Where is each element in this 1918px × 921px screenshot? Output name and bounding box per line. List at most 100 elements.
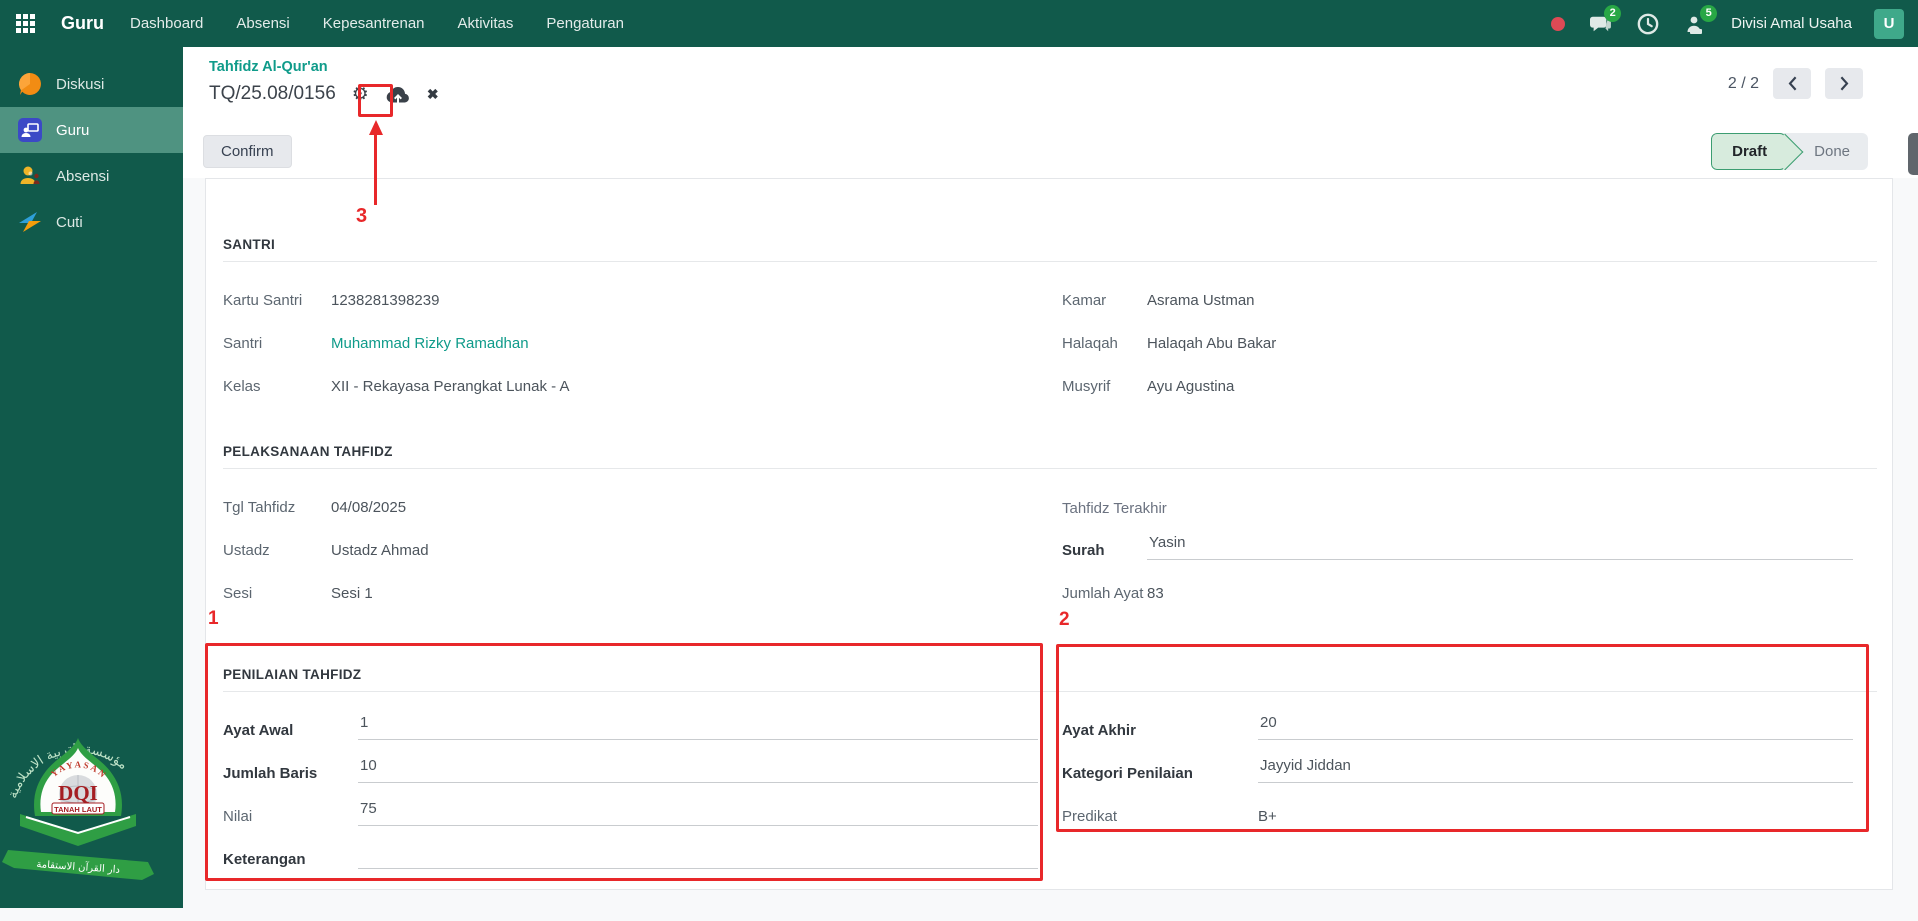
field-value: Halaqah Abu Bakar	[1147, 335, 1276, 353]
company-switcher[interactable]: Divisi Amal Usaha	[1731, 15, 1852, 32]
sidebar-item-guru[interactable]: Guru	[0, 107, 183, 153]
diskusi-chat-icon	[17, 71, 43, 97]
menu-kepesantrenan[interactable]: Kepesantrenan	[323, 15, 425, 32]
top-navbar: Guru Dashboard Absensi Kepesantrenan Akt…	[0, 0, 1918, 47]
field-ayat-akhir: Ayat Akhir 20	[1062, 714, 1853, 740]
field-santri: Santri Muhammad Rizky Ramadhan	[223, 327, 1038, 353]
apps-menu-icon[interactable]	[16, 14, 35, 33]
absensi-person-icon	[17, 163, 43, 189]
kategori-penilaian-input[interactable]: Jayyid Jiddan	[1258, 757, 1853, 783]
app-name[interactable]: Guru	[61, 13, 104, 34]
messages-icon[interactable]: 2	[1587, 12, 1613, 36]
field-label: Kamar	[1062, 292, 1147, 310]
sidebar: Diskusi Guru Absensi Cuti مؤسسة التربية …	[0, 47, 183, 908]
field-label: Surah	[1062, 542, 1147, 560]
svg-text:DQI: DQI	[58, 781, 98, 805]
pager-next-button[interactable]	[1825, 68, 1863, 99]
field-kamar: Kamar Asrama Ustman	[1062, 284, 1853, 310]
foundation-logo: مؤسسة التربية الاسلامية YAYASAN DQI TANA…	[0, 704, 156, 916]
main-content: Tahfidz Al-Qur'an TQ/25.08/0156 ⚙ ✖ 2 / …	[183, 47, 1918, 908]
sidebar-item-label: Diskusi	[56, 76, 104, 93]
field-value: 04/08/2025	[331, 499, 406, 517]
field-label: Ustadz	[223, 542, 331, 560]
field-label: Jumlah Ayat	[1062, 585, 1147, 603]
record-pager: 2 / 2	[1728, 68, 1863, 99]
activities-icon[interactable]: 5	[1683, 12, 1709, 36]
field-value: Sesi 1	[331, 585, 373, 603]
menu-aktivitas[interactable]: Aktivitas	[458, 15, 514, 32]
sidebar-item-absensi[interactable]: Absensi	[0, 153, 183, 199]
clock-icon[interactable]	[1635, 12, 1661, 36]
section-santri: SANTRI Kartu Santri 1238281398239 Santri…	[223, 237, 1877, 413]
field-kelas: Kelas XII - Rekayasa Perangkat Lunak - A	[223, 370, 1038, 396]
sidebar-item-label: Guru	[56, 122, 89, 139]
discard-x-icon[interactable]: ✖	[427, 86, 439, 103]
field-label: Sesi	[223, 585, 331, 603]
keterangan-input[interactable]	[358, 843, 1038, 869]
field-label: Tgl Tahfidz	[223, 499, 331, 517]
field-label: Jumlah Baris	[223, 765, 358, 783]
subheader-label: Tahfidz Terakhir	[1062, 500, 1167, 517]
save-cloud-icon[interactable]	[385, 83, 411, 105]
sidebar-item-diskusi[interactable]: Diskusi	[0, 61, 183, 107]
field-value: 1238281398239	[331, 292, 439, 310]
svg-text:TANAH LAUT: TANAH LAUT	[54, 805, 102, 814]
field-label: Kartu Santri	[223, 292, 331, 310]
ayat-awal-input[interactable]: 1	[358, 714, 1038, 740]
field-value: Asrama Ustman	[1147, 292, 1255, 310]
sidebar-item-label: Cuti	[56, 214, 83, 231]
user-avatar[interactable]: U	[1874, 9, 1904, 39]
section-pelaksanaan: PELAKSANAAN TAHFIDZ Tgl Tahfidz 04/08/20…	[223, 444, 1877, 620]
pager-previous-button[interactable]	[1773, 68, 1811, 99]
top-menu: Dashboard Absensi Kepesantrenan Aktivita…	[130, 15, 624, 32]
field-value: Ustadz Ahmad	[331, 542, 429, 560]
status-step-draft[interactable]: Draft	[1711, 133, 1786, 170]
nilai-input[interactable]: 75	[358, 800, 1038, 826]
field-value: Ayu Agustina	[1147, 378, 1234, 396]
sidebar-item-cuti[interactable]: Cuti	[0, 199, 183, 245]
pager-counter: 2 / 2	[1728, 75, 1759, 93]
field-sesi: Sesi Sesi 1	[223, 577, 1038, 603]
field-label: Nilai	[223, 808, 358, 826]
guru-app-icon	[17, 117, 43, 143]
menu-pengaturan[interactable]: Pengaturan	[546, 15, 624, 32]
cuti-icon	[17, 209, 43, 235]
field-label: Santri	[223, 335, 331, 353]
field-label: Keterangan	[223, 851, 358, 869]
field-jumlah-ayat: Jumlah Ayat 83	[1062, 577, 1853, 603]
field-kartu-santri: Kartu Santri 1238281398239	[223, 284, 1038, 310]
gear-icon[interactable]: ⚙	[352, 85, 369, 104]
confirm-button[interactable]: Confirm	[203, 135, 292, 168]
field-label: Halaqah	[1062, 335, 1147, 353]
form-sheet: SANTRI Kartu Santri 1238281398239 Santri…	[205, 178, 1893, 890]
menu-dashboard[interactable]: Dashboard	[130, 15, 203, 32]
sidebar-item-label: Absensi	[56, 168, 109, 185]
control-panel: Tahfidz Al-Qur'an TQ/25.08/0156 ⚙ ✖ 2 / …	[183, 47, 1918, 178]
santri-record-link[interactable]: Muhammad Rizky Ramadhan	[331, 335, 529, 353]
field-halaqah: Halaqah Halaqah Abu Bakar	[1062, 327, 1853, 353]
activities-badge: 5	[1700, 5, 1717, 22]
field-label: Predikat	[1062, 808, 1258, 826]
breadcrumb: TQ/25.08/0156 ⚙ ✖	[209, 83, 439, 105]
field-keterangan: Keterangan	[223, 843, 1038, 869]
subheader-tahfidz-terakhir: Tahfidz Terakhir	[1062, 491, 1853, 517]
ayat-akhir-input[interactable]: 20	[1258, 714, 1853, 740]
surah-input[interactable]: Yasin	[1147, 534, 1853, 560]
field-label: Ayat Akhir	[1062, 722, 1258, 740]
field-value: XII - Rekayasa Perangkat Lunak - A	[331, 378, 569, 396]
statusbar: Draft Done	[1711, 133, 1868, 170]
record-name: TQ/25.08/0156	[209, 83, 336, 105]
field-label: Kategori Penilaian	[1062, 765, 1258, 783]
scrollbar-thumb[interactable]	[1908, 133, 1918, 175]
menu-absensi[interactable]: Absensi	[236, 15, 289, 32]
field-tgl-tahfidz: Tgl Tahfidz 04/08/2025	[223, 491, 1038, 517]
breadcrumb-parent-link[interactable]: Tahfidz Al-Qur'an	[209, 59, 328, 75]
field-label: Ayat Awal	[223, 722, 358, 740]
field-label: Kelas	[223, 378, 331, 396]
section-title: PELAKSANAAN TAHFIDZ	[223, 444, 1877, 469]
field-musyrif: Musyrif Ayu Agustina	[1062, 370, 1853, 396]
field-ayat-awal: Ayat Awal 1	[223, 714, 1038, 740]
jumlah-baris-input[interactable]: 10	[358, 757, 1038, 783]
recording-indicator-icon	[1551, 17, 1565, 31]
messages-badge: 2	[1604, 5, 1621, 22]
